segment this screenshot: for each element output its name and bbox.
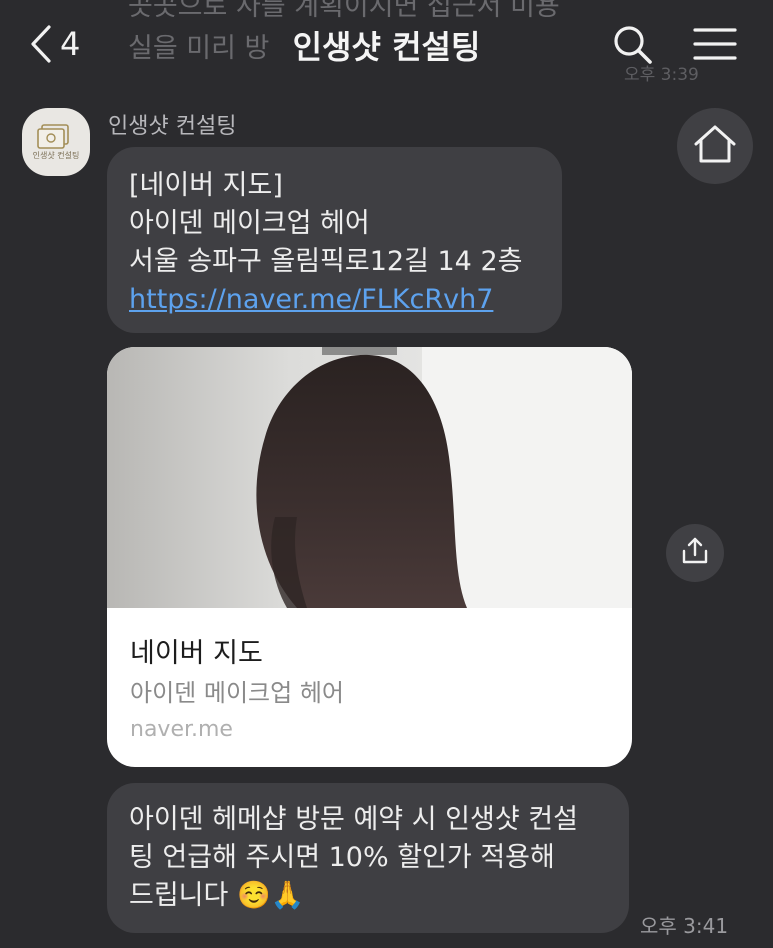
chat-title: 인생샷 컨설팅 bbox=[292, 28, 481, 66]
home-icon bbox=[693, 124, 737, 168]
card-subtitle: 아이덴 메이크업 헤어 bbox=[130, 679, 344, 707]
search-button[interactable] bbox=[612, 24, 654, 70]
card-title: 네이버 지도 bbox=[130, 638, 263, 669]
message-line: 아이덴 메이크업 헤어 bbox=[129, 208, 370, 239]
share-icon bbox=[680, 536, 710, 570]
chat-header: 4 인생샷 컨설팅 bbox=[0, 0, 773, 92]
menu-button[interactable] bbox=[693, 26, 737, 66]
map-link[interactable]: https://naver.me/FLKcRvh7 bbox=[129, 281, 540, 319]
menu-icon bbox=[693, 28, 737, 66]
preview-photo bbox=[107, 347, 632, 608]
message-bubble: [네이버 지도] 아이덴 메이크업 헤어 서울 송파구 올림픽로12길 14 2… bbox=[107, 147, 562, 333]
message-line: 팅 언급해 주시면 10% 할인가 적용해 bbox=[129, 842, 555, 873]
avatar[interactable]: 인생샷 컨설팅 bbox=[22, 108, 90, 176]
card-domain: naver.me bbox=[130, 717, 233, 742]
message-line: [네이버 지도] bbox=[129, 170, 283, 201]
message-time: 오후 3:41 bbox=[640, 914, 729, 938]
avatar-text: 인생샷 컨설팅 bbox=[32, 151, 80, 160]
link-preview-card[interactable]: 네이버 지도 아이덴 메이크업 헤어 naver.me bbox=[107, 347, 632, 767]
home-button[interactable] bbox=[677, 108, 753, 184]
message-line: 드립니다 ☺️🙏 bbox=[129, 880, 305, 911]
message-line: 서울 송파구 올림픽로12길 14 2층 bbox=[129, 246, 523, 277]
message-bubble: 아이덴 헤메샵 방문 예약 시 인생샷 컨설 팅 언급해 주시면 10% 할인가… bbox=[107, 783, 629, 933]
avatar-logo-icon bbox=[37, 124, 69, 149]
share-button[interactable] bbox=[666, 524, 724, 582]
search-icon bbox=[612, 26, 654, 70]
sender-name: 인생샷 컨설팅 bbox=[108, 114, 237, 139]
message-line: 아이덴 헤메샵 방문 예약 시 인생샷 컨설 bbox=[129, 804, 578, 835]
